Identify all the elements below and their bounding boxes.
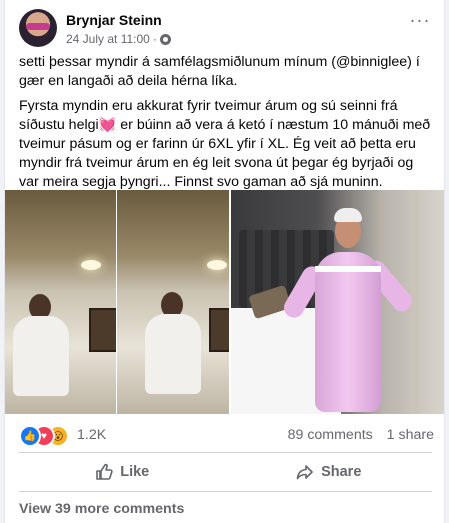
author-name[interactable]: Brynjar Steinn [66,12,162,28]
globe-icon[interactable] [159,33,171,45]
meta-separator: · [152,32,157,46]
like-label: Like [120,464,150,480]
post-text-paragraph-2: Fyrsta myndin eru akkurat fyrir tveimur … [19,98,431,190]
post-meta: 24 July at 11:00 · [66,32,171,46]
reaction-count[interactable]: 1.2K [77,427,106,443]
photo-after[interactable] [231,190,444,414]
reactions-bar: 👍 ♥ 😮 1.2K 89 comments 1 share [19,425,434,447]
like-reaction-icon[interactable]: 👍 [19,425,41,447]
thumbs-up-icon [96,463,113,480]
divider [19,491,432,492]
like-button[interactable]: Like [19,456,226,488]
post-timestamp[interactable]: 24 July at 11:00 [66,32,150,46]
photo-before-1[interactable] [5,190,116,414]
share-button[interactable]: Share [226,456,433,488]
ellipsis-icon[interactable]: ··· [408,11,432,31]
photo-grid [5,190,444,414]
share-count[interactable]: 1 share [387,427,434,443]
post-header: Brynjar Steinn 24 July at 11:00 · ··· [19,9,434,49]
share-arrow-icon [296,465,313,480]
avatar[interactable] [19,9,57,47]
share-label: Share [321,464,362,480]
view-more-comments-link[interactable]: View 39 more comments [19,501,184,517]
post-text-paragraph-1: setti þessar myndir á samfélagsmiðlunum … [19,54,420,89]
post-card: Brynjar Steinn 24 July at 11:00 · ··· se… [4,0,445,523]
divider [19,452,432,453]
photo-before-2[interactable] [117,190,229,414]
comment-count[interactable]: 89 comments [288,427,373,443]
comment-share-counts: 89 comments 1 share [288,427,434,443]
action-bar: Like Share [19,456,432,488]
